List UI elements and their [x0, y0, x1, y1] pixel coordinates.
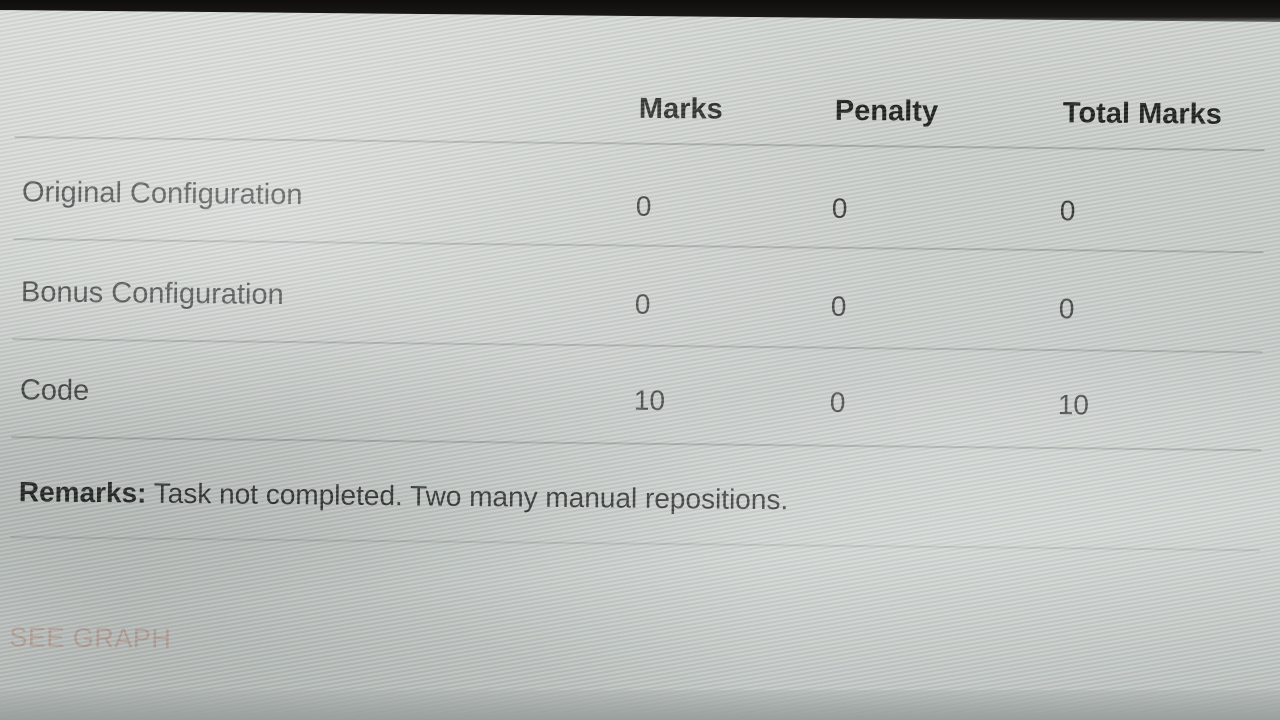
- screen-bottom-edge: [0, 690, 1280, 720]
- total-value: 10: [1057, 389, 1090, 421]
- header-penalty: Penalty: [834, 94, 939, 128]
- remarks-label: Remarks:: [18, 476, 147, 509]
- penalty-value: 0: [829, 386, 846, 418]
- marks-value: 10: [633, 384, 666, 416]
- remarks-text: Task not completed. Two many manual repo…: [146, 477, 789, 516]
- penalty-value: 0: [831, 192, 848, 224]
- header-divider: [14, 136, 1265, 152]
- row-divider: [12, 338, 1263, 354]
- screen: Marks Penalty Total Marks Original Confi…: [0, 0, 1280, 720]
- row-divider: [11, 436, 1262, 452]
- remarks: Remarks: Task not completed. Two many ma…: [19, 476, 789, 516]
- results-panel: Marks Penalty Total Marks Original Confi…: [0, 0, 1280, 720]
- marks-value: 0: [635, 190, 652, 222]
- marks-value: 0: [634, 288, 651, 320]
- total-value: 0: [1059, 195, 1076, 227]
- total-value: 0: [1058, 293, 1075, 325]
- remarks-divider: [10, 536, 1261, 552]
- row-divider: [13, 238, 1264, 254]
- row-label: Bonus Configuration: [20, 276, 284, 311]
- row-label: Code: [19, 374, 90, 407]
- header-total-marks: Total Marks: [1062, 97, 1223, 131]
- see-graph-button[interactable]: SEE GRAPH: [9, 622, 171, 655]
- penalty-value: 0: [830, 290, 847, 322]
- row-label: Original Configuration: [21, 176, 303, 212]
- header-marks: Marks: [638, 92, 723, 126]
